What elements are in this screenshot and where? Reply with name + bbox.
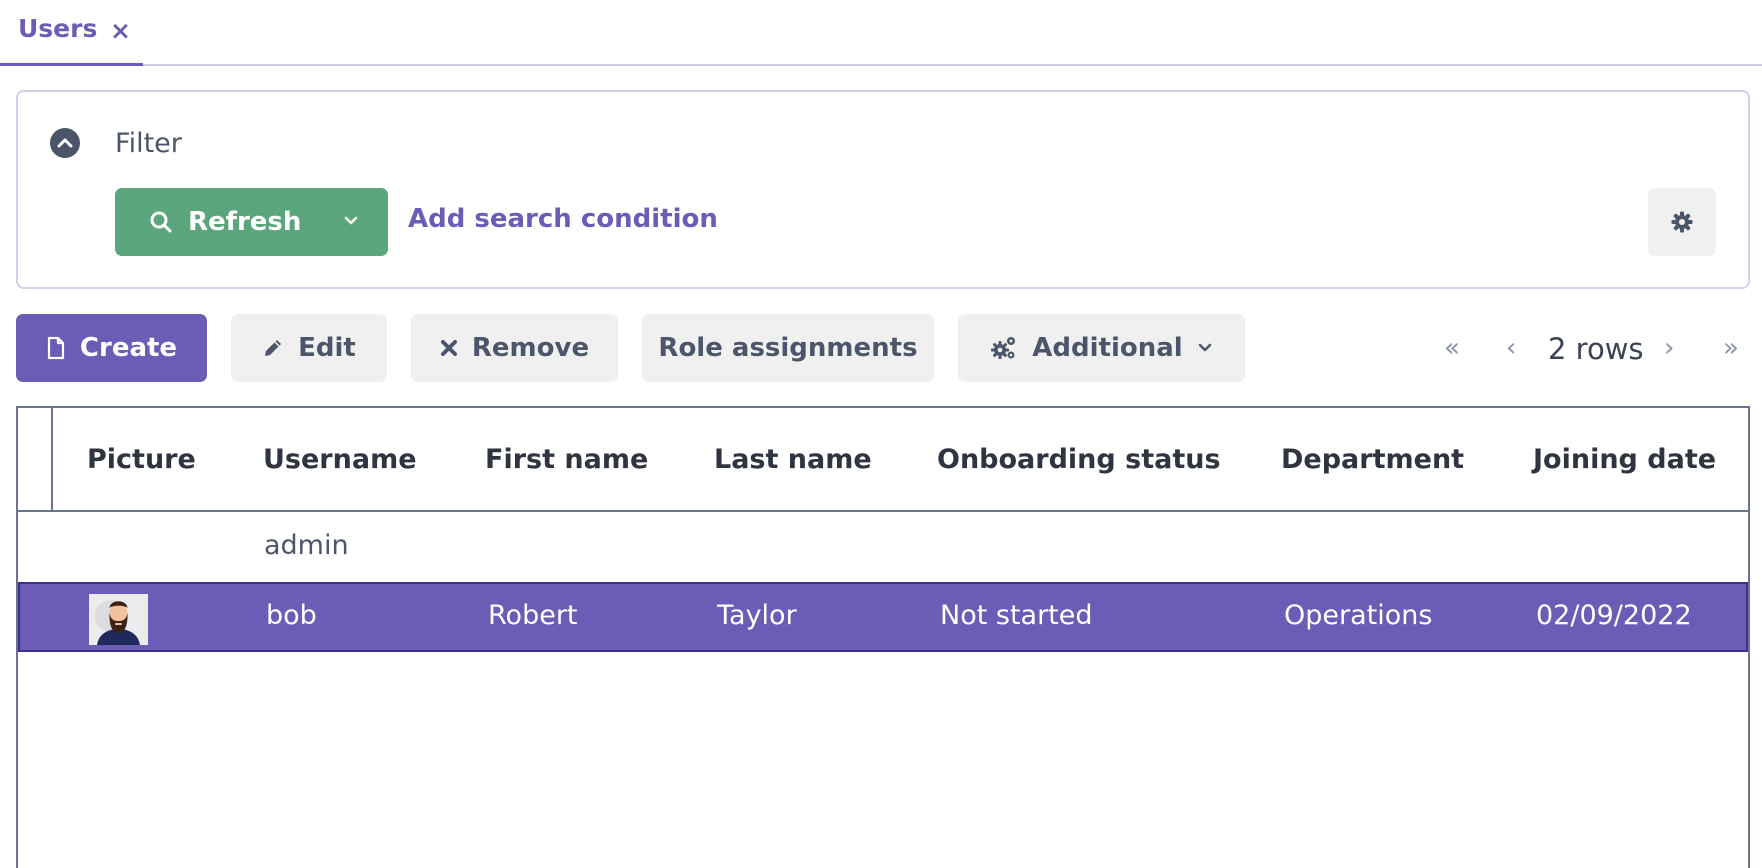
cell-username: bob <box>266 600 317 631</box>
filter-title: Filter <box>115 128 182 159</box>
column-header-picture[interactable]: Picture <box>87 444 196 475</box>
cell-last-name: Taylor <box>717 600 797 631</box>
row-count: 2 rows <box>1548 332 1644 366</box>
edit-button[interactable]: Edit <box>231 314 387 382</box>
first-page-icon[interactable]: « <box>1444 333 1460 363</box>
column-header-onboarding-status[interactable]: Onboarding status <box>937 444 1221 475</box>
additional-label: Additional <box>1032 333 1183 363</box>
refresh-button[interactable]: Refresh <box>115 188 388 256</box>
remove-label: Remove <box>471 333 590 363</box>
add-search-condition-link[interactable]: Add search condition <box>408 204 718 234</box>
filter-settings-button[interactable] <box>1648 188 1716 256</box>
table-row[interactable]: admin <box>18 512 1748 582</box>
table-header: Picture Username First name Last name On… <box>18 408 1748 512</box>
pagination: « ‹ 2 rows › » <box>1440 314 1750 382</box>
tab-label: Users <box>18 14 98 43</box>
selection-column-divider <box>51 408 53 512</box>
chevron-up-icon[interactable] <box>50 128 80 158</box>
users-view: Users × Filter Refresh Add search condit… <box>0 0 1762 868</box>
cell-onboarding-status: Not started <box>940 600 1093 631</box>
avatar <box>89 594 148 645</box>
cell-first-name: Robert <box>488 600 578 631</box>
search-icon <box>150 211 172 233</box>
edit-label: Edit <box>298 333 356 363</box>
tab-strip: Users × <box>0 0 1762 66</box>
users-table: Picture Username First name Last name On… <box>16 406 1750 868</box>
last-page-icon[interactable]: » <box>1723 333 1739 363</box>
cell-username: admin <box>264 530 349 561</box>
close-icon <box>440 340 457 356</box>
chevron-down-icon[interactable] <box>343 214 359 228</box>
file-icon <box>47 336 65 360</box>
chevron-down-icon <box>1198 343 1211 352</box>
cell-department: Operations <box>1284 600 1433 631</box>
prev-page-icon[interactable]: ‹ <box>1506 333 1516 363</box>
tab-users[interactable]: Users × <box>0 0 143 66</box>
column-header-last-name[interactable]: Last name <box>714 444 872 475</box>
gears-icon <box>991 337 1016 359</box>
next-page-icon[interactable]: › <box>1664 333 1674 363</box>
column-header-username[interactable]: Username <box>263 444 417 475</box>
column-header-department[interactable]: Department <box>1281 444 1464 475</box>
role-assignments-button[interactable]: Role assignments <box>642 314 934 382</box>
column-header-joining-date[interactable]: Joining date <box>1533 444 1716 475</box>
column-header-first-name[interactable]: First name <box>485 444 648 475</box>
cell-joining-date: 02/09/2022 <box>1536 600 1692 631</box>
additional-button[interactable]: Additional <box>958 314 1245 382</box>
table-row[interactable]: bob Robert Taylor Not started Operations… <box>18 582 1748 652</box>
remove-button[interactable]: Remove <box>411 314 618 382</box>
close-icon[interactable]: × <box>110 16 131 45</box>
create-button[interactable]: Create <box>16 314 207 382</box>
gear-icon <box>1671 211 1693 233</box>
filter-panel: Filter Refresh Add search condition <box>16 90 1750 289</box>
create-label: Create <box>79 333 178 363</box>
role-assignments-label: Role assignments <box>658 333 918 363</box>
refresh-label: Refresh <box>188 207 302 237</box>
pencil-icon <box>265 340 282 356</box>
